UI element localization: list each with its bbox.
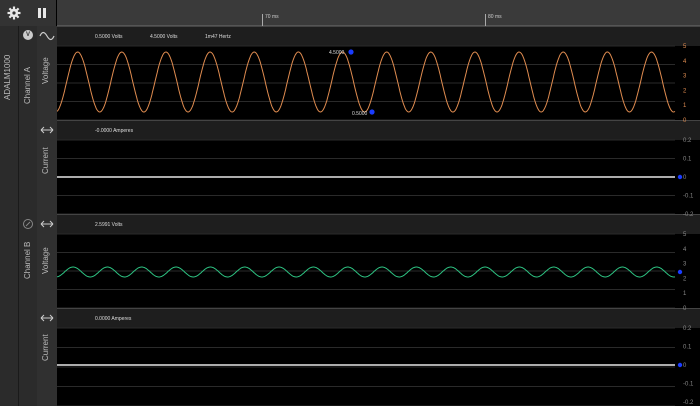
frequency-readout: 1m47 Hertz bbox=[205, 34, 231, 40]
max-marker[interactable] bbox=[348, 49, 354, 55]
settings-button[interactable] bbox=[0, 0, 28, 26]
channel-b-voltage-label: Voltage bbox=[41, 247, 50, 274]
y-axis-tick: -0.2 bbox=[683, 400, 694, 406]
y-axis-tick: 3 bbox=[683, 262, 687, 268]
time-tick: 80 ms bbox=[485, 14, 502, 26]
voltage-marker[interactable] bbox=[677, 269, 683, 275]
channel-b-voltage-trace bbox=[57, 266, 676, 278]
horizontal-arrows-icon[interactable] bbox=[39, 312, 55, 324]
horizontal-arrows-icon[interactable] bbox=[39, 124, 55, 136]
channel-b-current-header bbox=[57, 308, 700, 328]
max-marker-label: 4.5000 bbox=[329, 50, 345, 56]
y-axis-tick: 4 bbox=[683, 247, 687, 253]
horizontal-arrows-icon[interactable] bbox=[39, 218, 55, 230]
y-axis-tick: -0.1 bbox=[683, 194, 694, 200]
y-axis-tick: -0.2 bbox=[683, 212, 694, 218]
signal-label-strip: Voltage Current Voltage Current bbox=[37, 26, 57, 406]
y-axis-tick: 1 bbox=[683, 291, 687, 297]
min-marker[interactable] bbox=[369, 109, 375, 115]
y-axis-tick: 0.2 bbox=[683, 326, 692, 332]
current-marker[interactable] bbox=[677, 362, 683, 368]
channel-b-label: Channel B bbox=[23, 241, 32, 279]
y-axis-tick: 0.2 bbox=[683, 138, 692, 144]
y-axis-tick: 4 bbox=[683, 59, 687, 65]
pause-icon bbox=[38, 8, 46, 18]
channel-a-voltage-trace bbox=[57, 51, 676, 113]
current-marker[interactable] bbox=[677, 174, 683, 180]
disabled-icon bbox=[25, 221, 31, 227]
y-axis-tick: 2 bbox=[683, 88, 687, 94]
y-axis-tick: -0.1 bbox=[683, 382, 694, 388]
channel-a-mode-badge[interactable]: V bbox=[23, 30, 33, 40]
channel-a-current-label: Current bbox=[41, 147, 50, 174]
channel-b-current-readout: 0.0000 Amperes bbox=[95, 316, 132, 322]
sine-wave-icon[interactable] bbox=[39, 30, 55, 42]
y-axis-tick: 2 bbox=[683, 276, 687, 282]
plot-area[interactable]: 0.5000 Volts 4.5000 Volts 1m47 Hertz 4.5… bbox=[57, 26, 700, 406]
y-axis-tick: 3 bbox=[683, 74, 687, 80]
channel-a-current-readout: -0.0000 Amperes bbox=[95, 128, 134, 134]
device-strip: ADALM1000 bbox=[0, 26, 19, 406]
y-axis-tick: 0.1 bbox=[683, 345, 692, 351]
channel-b-voltage-readout: 2.5991 Volts bbox=[95, 222, 123, 228]
channel-a-label: Channel A bbox=[23, 67, 32, 104]
voltage-min-readout: 0.5000 Volts bbox=[95, 34, 123, 40]
channel-b-voltage-header bbox=[57, 214, 700, 234]
pause-button[interactable] bbox=[28, 0, 56, 26]
time-tick: 70 ms bbox=[262, 14, 279, 26]
y-axis-tick: 0 bbox=[683, 175, 687, 181]
voltage-max-readout: 4.5000 Volts bbox=[150, 34, 178, 40]
channel-strip: Channel A Channel B bbox=[19, 26, 37, 406]
time-axis-bar[interactable]: 70 ms 80 ms bbox=[57, 0, 700, 26]
channel-a-voltage-label: Voltage bbox=[41, 57, 50, 84]
y-axis-tick: 0 bbox=[683, 363, 687, 369]
channel-a-current-header bbox=[57, 120, 700, 140]
gear-icon bbox=[7, 6, 21, 20]
y-axis-tick: 0.1 bbox=[683, 157, 692, 163]
y-axis-tick: 1 bbox=[683, 103, 687, 109]
channel-b-mode-badge[interactable] bbox=[23, 219, 33, 229]
channel-b-current-label: Current bbox=[41, 334, 50, 361]
grid-lines bbox=[57, 26, 700, 406]
min-marker-label: 0.5000 bbox=[352, 111, 368, 117]
device-name: ADALM1000 bbox=[3, 54, 12, 100]
